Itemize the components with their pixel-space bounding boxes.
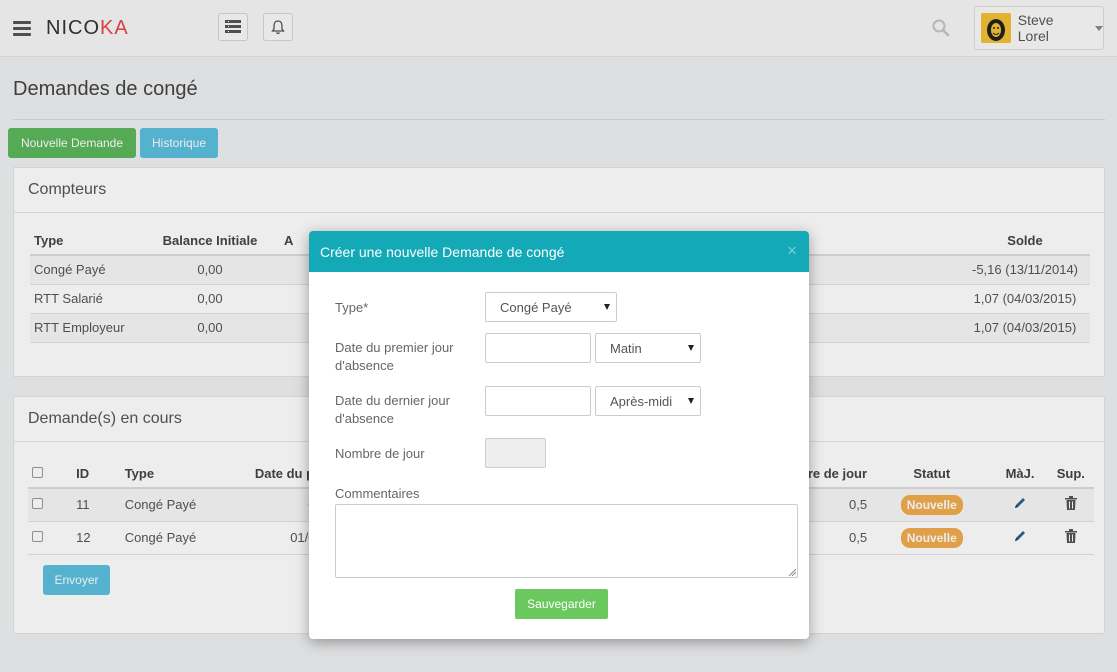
modal-title: Créer une nouvelle Demande de congé <box>320 244 565 260</box>
comments-textarea[interactable] <box>335 504 798 578</box>
close-icon[interactable]: × <box>787 242 797 259</box>
first-day-label-line2: d'absence <box>335 358 394 373</box>
last-day-label-line2: d'absence <box>335 411 394 426</box>
first-day-period-select[interactable]: Matin <box>595 333 701 363</box>
first-day-date-input[interactable] <box>485 333 591 363</box>
last-day-period-select[interactable]: Après-midi <box>595 386 701 416</box>
save-button[interactable]: Sauvegarder <box>515 589 608 619</box>
days-count-label: Nombre de jour <box>335 446 425 461</box>
last-day-date-input[interactable] <box>485 386 591 416</box>
resize-handle-icon[interactable] <box>788 568 796 576</box>
modal-header: Créer une nouvelle Demande de congé × <box>309 231 809 272</box>
first-day-label-line1: Date du premier jour <box>335 340 454 355</box>
last-day-label: Date du dernier jour d'absence <box>335 392 450 428</box>
first-day-period-value: Matin <box>610 340 642 356</box>
type-select[interactable]: Congé Payé <box>485 292 617 322</box>
last-day-period-value: Après-midi <box>610 393 673 409</box>
first-day-label: Date du premier jour d'absence <box>335 339 454 375</box>
chevron-down-icon <box>688 345 694 351</box>
last-day-label-line1: Date du dernier jour <box>335 393 450 408</box>
days-count-field <box>485 438 546 468</box>
type-select-value: Congé Payé <box>500 299 572 315</box>
chevron-down-icon <box>604 304 610 310</box>
new-leave-request-modal: Créer une nouvelle Demande de congé × Ty… <box>309 231 809 639</box>
chevron-down-icon <box>688 398 694 404</box>
comments-label: Commentaires <box>335 486 420 501</box>
type-label: Type* <box>335 300 369 315</box>
